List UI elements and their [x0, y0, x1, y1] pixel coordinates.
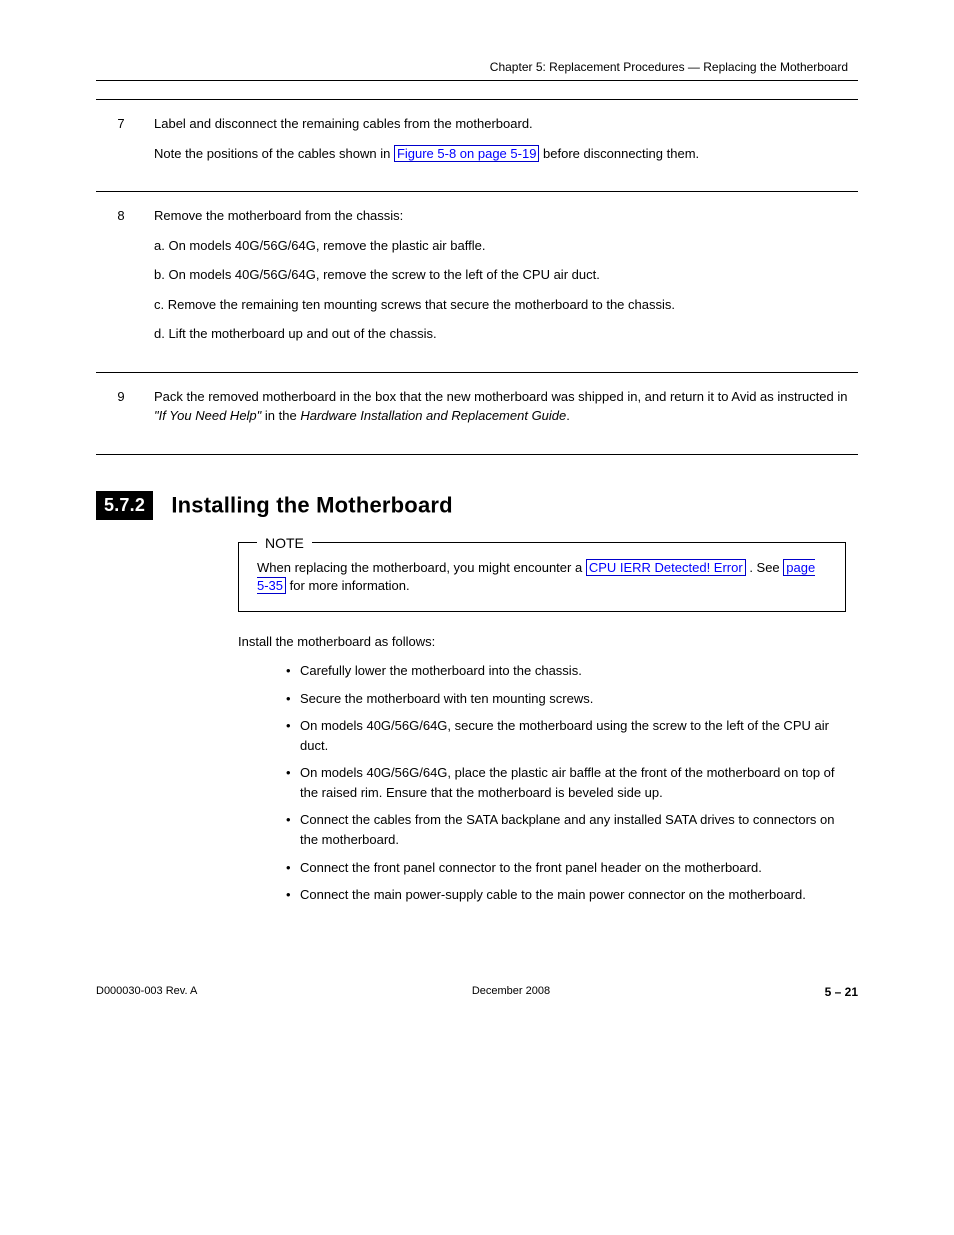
step-line: b. On models 40G/56G/64G, remove the scr… [154, 265, 850, 285]
section-heading: 5.7.2 Installing the Motherboard [96, 491, 858, 520]
step-line: a. On models 40G/56G/64G, remove the pla… [154, 236, 850, 256]
step-line: Note the positions of the cables shown i… [154, 144, 850, 164]
footer-rev: D000030-003 Rev. A [96, 985, 197, 999]
breadcrumb: Chapter 5: Replacement Procedures — Repl… [490, 60, 848, 74]
note-link-error[interactable]: CPU IERR Detected! Error [586, 559, 746, 576]
note-text-prefix: When replacing the motherboard, you migh… [257, 560, 586, 575]
list-item: Connect the main power-supply cable to t… [286, 885, 846, 905]
step-text: . [566, 408, 570, 423]
list-item: Connect the front panel connector to the… [286, 858, 846, 878]
page-footer: D000030-003 Rev. A December 2008 5 – 21 [96, 985, 858, 999]
table-row: 7 Label and disconnect the remaining cabl… [96, 100, 858, 192]
step-line: Label and disconnect the remaining cable… [154, 114, 850, 134]
footer-date: December 2008 [472, 985, 550, 999]
note-body: When replacing the motherboard, you migh… [257, 559, 815, 594]
list-item: Carefully lower the motherboard into the… [286, 661, 846, 681]
italic-text: "If You Need Help" [154, 408, 261, 423]
italic-text: Hardware Installation and Replacement Gu… [300, 408, 566, 423]
step-line: c. Remove the remaining ten mounting scr… [154, 295, 850, 315]
table-row: 8Remove the motherboard from the chassis… [96, 192, 858, 373]
intro-paragraph: Install the motherboard as follows: [238, 632, 846, 652]
step-line: Pack the removed motherboard in the box … [154, 387, 850, 426]
list-item: Connect the cables from the SATA backpla… [286, 810, 846, 850]
procedure-table: 7 Label and disconnect the remaining cabl… [96, 99, 858, 455]
note-text-middle: . See [749, 560, 783, 575]
footer-page-number: 5 – 21 [825, 985, 858, 999]
list-item: On models 40G/56G/64G, secure the mother… [286, 716, 846, 756]
step-number: 9 [96, 372, 146, 454]
list-item: Secure the motherboard with ten mounting… [286, 689, 846, 709]
step-number: 8 [96, 192, 146, 373]
note-label: NOTE [257, 534, 312, 554]
page-header: Chapter 5: Replacement Procedures — Repl… [96, 60, 858, 81]
step-text: before disconnecting them. [539, 146, 699, 161]
step-text: in the [261, 408, 300, 423]
note-text-suffix: for more information. [290, 578, 410, 593]
step-text: Note the positions of the cables shown i… [154, 146, 394, 161]
list-item: On models 40G/56G/64G, place the plastic… [286, 763, 846, 803]
section-number-tag: 5.7.2 [96, 491, 153, 520]
step-action: Pack the removed motherboard in the box … [146, 372, 858, 454]
step-line: d. Lift the motherboard up and out of th… [154, 324, 850, 344]
step-line: Remove the motherboard from the chassis: [154, 206, 850, 226]
step-action: Remove the motherboard from the chassis:… [146, 192, 858, 373]
step-action: Label and disconnect the remaining cable… [146, 100, 858, 192]
note-box: NOTE When replacing the motherboard, you… [238, 542, 846, 612]
step-text: Pack the removed motherboard in the box … [154, 389, 848, 404]
section-title: Installing the Motherboard [171, 492, 452, 517]
table-row: 9 Pack the removed motherboard in the box… [96, 372, 858, 454]
step-number: 7 [96, 100, 146, 192]
figure-link[interactable]: Figure 5-8 on page 5-19 [394, 145, 539, 162]
install-steps-list: Carefully lower the motherboard into the… [256, 661, 858, 904]
